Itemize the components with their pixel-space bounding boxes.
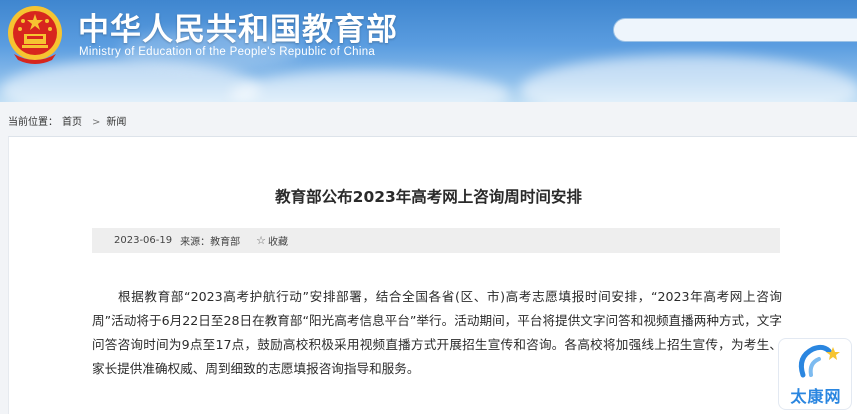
article-date: 2023-06-19 xyxy=(114,235,173,246)
watermark-emblem-icon xyxy=(798,344,840,378)
article-source: 来源：教育部 xyxy=(180,237,241,248)
cloud-decoration xyxy=(230,70,510,102)
breadcrumb-news-link[interactable]: 新闻 xyxy=(106,117,126,128)
cloud-decoration xyxy=(520,55,857,102)
site-subtitle: Ministry of Education of the People's Re… xyxy=(79,46,376,58)
breadcrumb-separator: > xyxy=(92,117,101,128)
site-title[interactable]: 中华人民共和国教育部 xyxy=(78,4,398,49)
breadcrumb-prefix: 当前位置： xyxy=(8,117,58,128)
favorite-label: 收藏 xyxy=(268,237,288,248)
national-emblem-icon[interactable] xyxy=(6,4,64,64)
favorite-button[interactable]: ☆ 收藏 xyxy=(256,233,296,248)
star-outline-icon: ☆ xyxy=(256,234,266,247)
search-input[interactable] xyxy=(613,18,857,42)
article-body: 根据教育部“2023高考护航行动”安排部署，结合全国各省(区、市)高考志愿填报时… xyxy=(92,289,782,376)
watermark-text: 太康网 xyxy=(790,387,842,406)
site-header: 中华人民共和国教育部 Ministry of Education of the … xyxy=(0,0,857,102)
breadcrumb-home-link[interactable]: 首页 xyxy=(62,117,82,128)
breadcrumb: 当前位置： 首页 > 新闻 xyxy=(8,113,130,128)
article-meta-bar: 2023-06-19 来源：教育部 ☆ 收藏 xyxy=(92,228,780,253)
watermark-logo: 太康网 xyxy=(778,338,852,410)
article-title: 教育部公布2023年高考网上咨询周时间安排 xyxy=(275,188,582,206)
